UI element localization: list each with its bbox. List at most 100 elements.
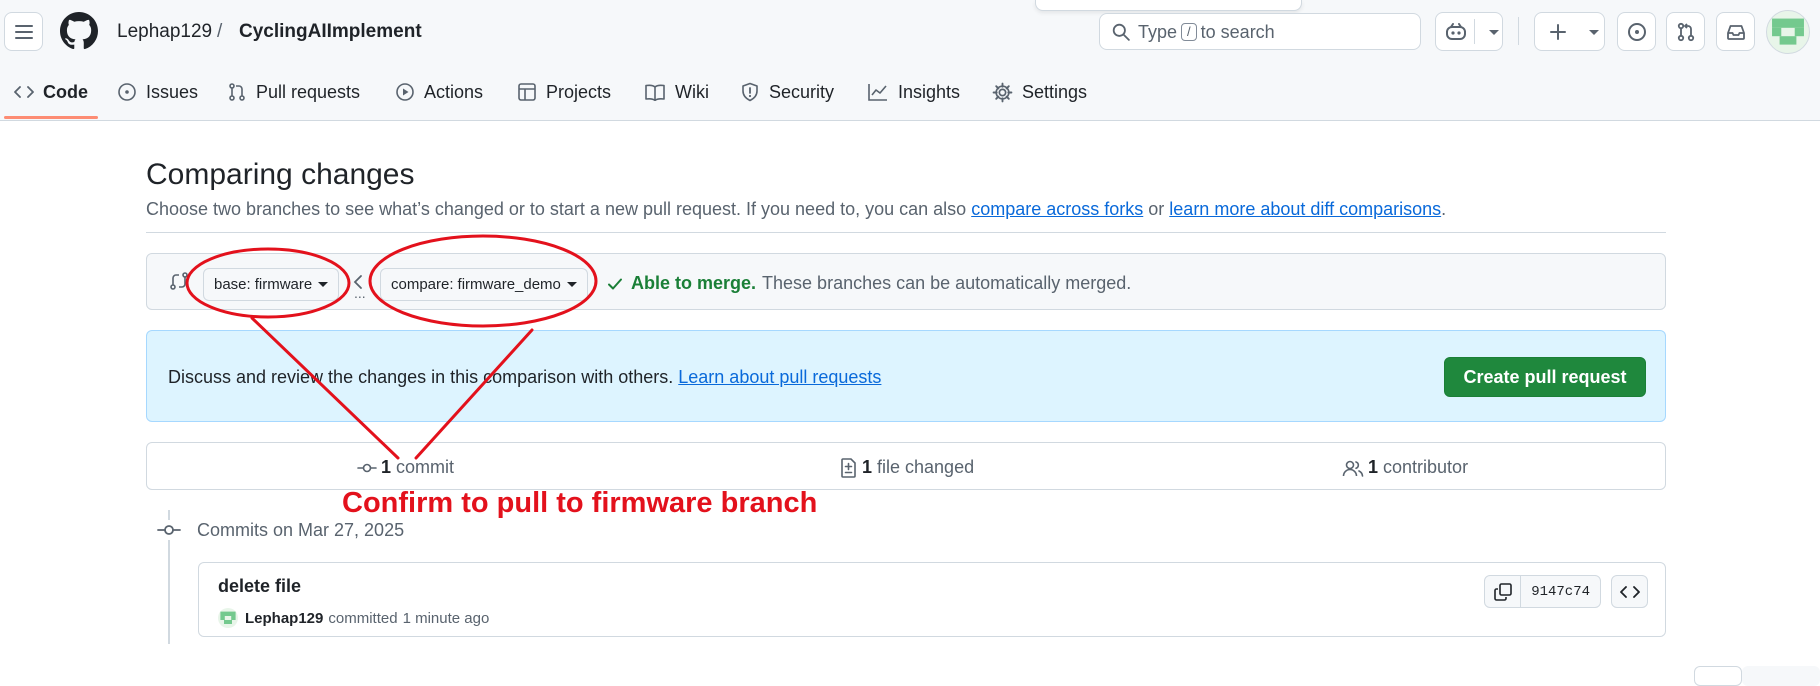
table-icon <box>518 83 536 101</box>
copilot-button[interactable] <box>1435 12 1503 51</box>
check-icon <box>608 278 622 289</box>
chevron-down-icon <box>318 282 329 287</box>
copilot-divider <box>1474 19 1475 44</box>
browse-files-button[interactable] <box>1611 575 1648 608</box>
tab-code[interactable]: Code <box>14 80 88 104</box>
base-branch-select[interactable]: base: firmware <box>203 268 340 301</box>
page-subtitle: Choose two branches to see what’s change… <box>146 199 1446 220</box>
create-chevron-down-icon <box>1589 30 1599 35</box>
annotation-text: Confirm to pull to firmware branch <box>342 487 818 519</box>
range-ellipsis: ... <box>354 285 366 301</box>
compare-across-forks-link[interactable]: compare across forks <box>971 199 1143 219</box>
search-input[interactable]: Type / to search <box>1099 13 1421 50</box>
commits-label: commit <box>396 457 455 477</box>
issues-button[interactable] <box>1617 12 1656 51</box>
gear-icon <box>992 82 1013 102</box>
github-logo[interactable] <box>60 12 98 50</box>
inbox-icon <box>1726 24 1745 40</box>
commit-action: committed <box>328 609 398 627</box>
tab-wiki[interactable]: Wiki <box>644 80 709 104</box>
tab-projects-label: Projects <box>546 81 612 102</box>
tab-actions[interactable]: Actions <box>395 80 483 104</box>
breadcrumb-repo[interactable]: CyclingAIImplement <box>239 20 422 44</box>
compare-branch-name: firmware_demo <box>457 276 561 293</box>
popover-edge <box>1035 0 1302 11</box>
compare-summary: 1 commit 1 file changed 1 contributor <box>146 442 1666 490</box>
tab-insights-label: Insights <box>898 81 961 102</box>
commits-date-heading: Commits on Mar 27, 2025 <box>197 520 405 540</box>
search-placeholder-end: to search <box>1200 22 1275 42</box>
copy-icon <box>1493 582 1512 601</box>
chevron-down-icon <box>566 282 577 287</box>
global-header: Lephap129 / CyclingAIImplement Type / to s… <box>0 0 1820 121</box>
file-diff-icon <box>841 457 856 478</box>
footer-button-edge <box>1694 666 1742 686</box>
tab-actions-label: Actions <box>424 81 484 102</box>
people-icon <box>1342 460 1364 477</box>
tab-code-label: Code <box>43 81 88 102</box>
base-branch-name: firmware <box>254 276 313 293</box>
commit-time: 1 minute ago <box>402 609 490 627</box>
copilot-icon <box>1446 22 1466 40</box>
page-title: Comparing changes <box>146 158 415 191</box>
header-divider <box>1518 17 1519 45</box>
git-pull-request-icon <box>229 83 245 101</box>
range-editor: base: firmware ... compare: firmware_demo … <box>146 253 1666 310</box>
search-shortcut-key: / <box>1181 23 1197 41</box>
files-count: 1 <box>862 457 873 477</box>
user-avatar[interactable] <box>1766 10 1810 54</box>
contributors-count: 1 <box>1368 457 1379 477</box>
tab-settings[interactable]: Settings <box>992 80 1087 104</box>
commit-title-link[interactable]: delete file <box>218 576 301 597</box>
tab-insights[interactable]: Insights <box>867 80 960 104</box>
copy-sha-button[interactable] <box>1485 576 1520 607</box>
tab-pull-requests[interactable]: Pull requests <box>227 80 360 104</box>
search-placeholder-start: Type <box>1138 22 1178 42</box>
tab-security[interactable]: Security <box>740 80 834 104</box>
search-icon <box>1112 23 1130 41</box>
commit-meta: Lephap129 committed 1 minute ago <box>218 608 489 628</box>
create-new-button[interactable] <box>1534 12 1605 51</box>
tab-issues-label: Issues <box>146 81 199 102</box>
git-commit-icon <box>157 525 181 535</box>
commit-row: delete file Lephap129 committed 1 minute… <box>198 562 1666 637</box>
identicon-icon <box>1772 18 1804 45</box>
tab-projects[interactable]: Projects <box>517 80 611 104</box>
base-branch-prefix: base: <box>214 276 251 293</box>
tab-issues[interactable]: Issues <box>117 80 198 104</box>
commit-sha-group: 9147c74 <box>1484 575 1601 608</box>
create-pull-request-button[interactable]: Create pull request <box>1444 357 1646 397</box>
files-changed-summary[interactable]: 1 file changed <box>840 457 974 478</box>
issue-opened-icon <box>1627 22 1646 41</box>
graph-icon <box>868 84 887 101</box>
breadcrumb-owner[interactable]: Lephap129 <box>117 20 212 44</box>
book-icon <box>645 84 665 101</box>
identicon-icon <box>220 611 236 624</box>
inbox-button[interactable] <box>1716 12 1755 51</box>
commit-author-link[interactable]: Lephap129 <box>245 610 323 627</box>
compare-branch-select[interactable]: compare: firmware_demo <box>380 268 588 301</box>
learn-diff-comparisons-link[interactable]: learn more about diff comparisons <box>1169 199 1441 219</box>
contributors-summary[interactable]: 1 contributor <box>1342 457 1468 478</box>
commit-sha-link[interactable]: 9147c74 <box>1520 576 1600 607</box>
pull-requests-button[interactable] <box>1666 12 1705 51</box>
compare-branch-prefix: compare: <box>391 276 454 293</box>
git-compare-icon <box>170 272 188 290</box>
subtitle-or: or <box>1148 199 1165 219</box>
subtitle-end: . <box>1441 199 1447 219</box>
compare-flash-banner: Discuss and review the changes in this c… <box>146 330 1666 422</box>
menu-button[interactable] <box>4 12 43 51</box>
tab-settings-label: Settings <box>1022 81 1088 102</box>
git-pull-request-icon <box>1677 22 1694 41</box>
tab-wiki-label: Wiki <box>675 81 709 102</box>
contributors-label: contributor <box>1383 457 1469 477</box>
subtitle-text: Choose two branches to see what’s change… <box>146 199 967 219</box>
files-label: file changed <box>877 457 975 477</box>
hamburger-icon <box>14 24 33 39</box>
selected-tab-underline <box>4 116 98 119</box>
play-icon <box>396 83 414 101</box>
author-avatar[interactable] <box>218 608 238 628</box>
learn-pull-requests-link[interactable]: Learn about pull requests <box>678 367 881 387</box>
commits-summary[interactable]: 1 commit <box>357 457 454 478</box>
copilot-chevron-down-icon <box>1489 30 1499 35</box>
